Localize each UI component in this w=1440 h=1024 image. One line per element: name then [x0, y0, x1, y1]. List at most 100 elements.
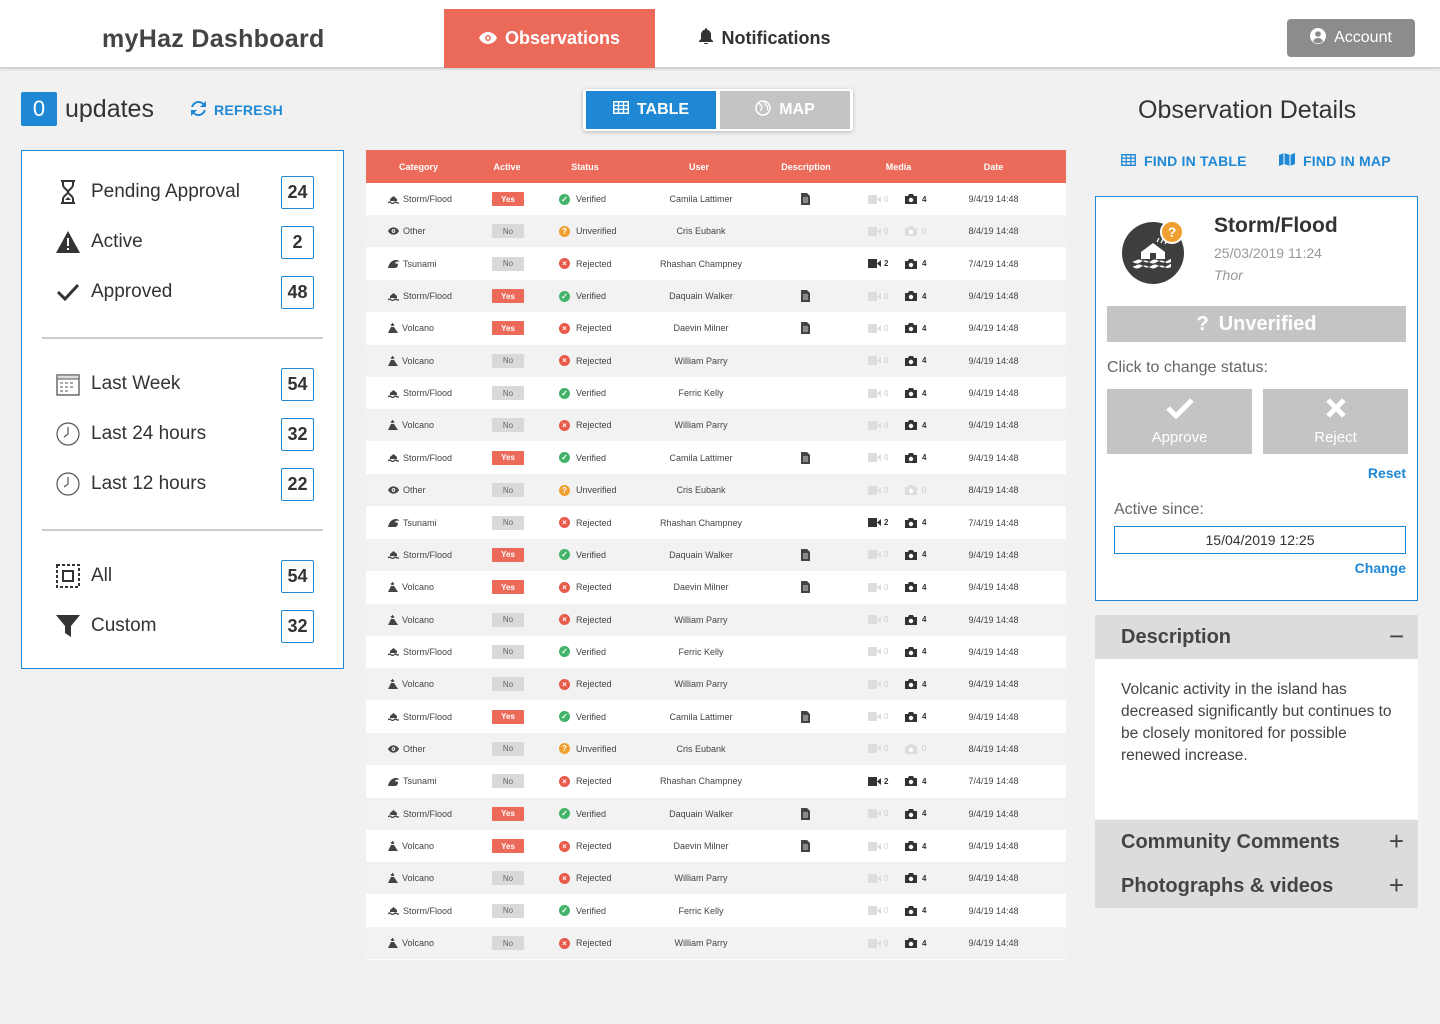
map-view-label: MAP	[779, 101, 815, 118]
active-cell: No	[492, 895, 524, 927]
table-row[interactable]: Volcano No × Rejected William Parry 0 4 9/4/19 …	[366, 862, 1066, 895]
column-header-active[interactable]: Active	[471, 150, 543, 183]
table-row[interactable]: Storm/Flood Yes ✓ Verified Camila Lattimer 0 4…	[366, 701, 1066, 733]
date-cell: 9/4/19 14:48	[968, 873, 1019, 884]
column-header-status[interactable]: Status	[543, 150, 627, 183]
find-in-table-link[interactable]: FIND IN TABLE	[1121, 153, 1247, 169]
approve-button[interactable]: Approve	[1107, 389, 1252, 454]
filter-pending-approval[interactable]: Pending Approval 24	[54, 174, 314, 210]
table-row[interactable]: Volcano No × Rejected William Parry 0 4 9/4/19 …	[366, 603, 1066, 636]
table-row[interactable]: Storm/Flood Yes ✓ Verified Camila Lattimer 0 4…	[366, 183, 1066, 215]
table-row[interactable]: Volcano Yes × Rejected Daevin Milner 0 4 9/4/19…	[366, 312, 1066, 344]
table-row[interactable]: Storm/Flood Yes ✓ Verified Daquain Walker 0 4 9…	[366, 280, 1066, 313]
tab-notifications[interactable]: Notifications	[670, 9, 860, 68]
description-document-icon[interactable]	[801, 183, 810, 215]
reject-button[interactable]: Reject	[1263, 389, 1408, 454]
user-cell: Ferric Kelly	[678, 646, 724, 657]
map-view-button[interactable]: MAP	[720, 91, 850, 129]
find-in-map-label: FIND IN MAP	[1303, 153, 1391, 169]
description-document-icon[interactable]	[801, 571, 810, 603]
category-icon	[388, 486, 399, 494]
table-row[interactable]: Storm/Flood No ✓ Verified Ferric Kelly 0 4 9/4/…	[366, 636, 1066, 668]
filter-last-12-hours[interactable]: Last 12 hours 22	[54, 466, 314, 502]
video-camera-icon	[868, 485, 881, 495]
table-view-button[interactable]: TABLE	[586, 91, 716, 129]
filter-approved[interactable]: Approved 48	[54, 274, 314, 310]
description-document-icon[interactable]	[801, 312, 810, 344]
category-cell: Volcano	[388, 571, 478, 603]
column-header-category[interactable]: Category	[366, 150, 471, 183]
table-row[interactable]: Other No? Unverified Cris Eubank 0 0 8/4/19 14…	[366, 474, 1066, 507]
account-button[interactable]: Account	[1287, 19, 1415, 57]
status-cell: ✓ Verified	[559, 442, 606, 474]
status-cell: × Rejected	[559, 571, 612, 603]
refresh-button[interactable]: REFRESH	[191, 101, 283, 119]
date-cell: 9/4/19 14:48	[968, 614, 1019, 625]
category-cell: Volcano	[388, 668, 478, 700]
photo-media: 4	[905, 507, 926, 539]
tab-observations[interactable]: Observations	[444, 9, 655, 68]
detail-user: Thor	[1214, 267, 1243, 283]
filter-active[interactable]: Active 2	[54, 224, 314, 260]
description-document-icon[interactable]	[801, 798, 810, 830]
table-row[interactable]: Volcano No × Rejected William Parry 0 4 9/4/19 …	[366, 344, 1066, 377]
description-body: Volcanic activity in the island has decr…	[1095, 659, 1418, 819]
description-document-icon[interactable]	[801, 442, 810, 474]
table-row[interactable]: Volcano No × Rejected William Parry 0 4 9/4/19 …	[366, 409, 1066, 442]
table-row[interactable]: Storm/Flood Yes ✓ Verified Daquain Walker 0 4 9…	[366, 797, 1066, 830]
filter-last-24-hours[interactable]: Last 24 hours 32	[54, 416, 314, 452]
filter-last-week[interactable]: Last Week 54	[54, 366, 314, 402]
description-document-icon[interactable]	[801, 280, 810, 312]
column-header-date[interactable]: Date	[956, 150, 1031, 183]
photo-media: 4	[905, 765, 926, 797]
category-label: Storm/Flood	[403, 452, 453, 463]
table-row[interactable]: Storm/Flood No ✓ Verified Ferric Kelly 0 4 9/4/…	[366, 377, 1066, 409]
photo-count: 4	[922, 582, 927, 592]
photo-count: 4	[922, 518, 927, 527]
top-bar: myHaz Dashboard Observations Notificatio…	[0, 0, 1440, 68]
category-cell: Storm/Flood	[388, 636, 478, 668]
table-row[interactable]: Volcano No × Rejected William Parry 0 4 9/4/19 …	[366, 927, 1066, 960]
table-row[interactable]: Storm/Flood No ✓ Verified Ferric Kelly 0 4 9/4/…	[366, 895, 1066, 927]
table-row[interactable]: Tsunami No × Rejected Rhashan Champney 2 4 7/4/…	[366, 248, 1066, 280]
camera-icon	[905, 743, 917, 754]
category-cell: Other	[388, 733, 478, 765]
video-camera-icon	[868, 323, 881, 333]
table-row[interactable]: Volcano No × Rejected William Parry 0 4 9/4/19 …	[366, 668, 1066, 701]
category-cell: Other	[388, 215, 478, 247]
status-icon: ×	[559, 322, 570, 334]
photo-media: 0	[905, 733, 926, 765]
find-in-map-link[interactable]: FIND IN MAP	[1279, 153, 1391, 169]
table-row[interactable]: Volcano Yes × Rejected Daevin Milner 0 4 9/4/19…	[366, 571, 1066, 603]
table-row[interactable]: Volcano Yes × Rejected Daevin Milner 0 4 9/4/19…	[366, 830, 1066, 862]
table-row[interactable]: Other No? Unverified Cris Eubank 0 0 8/4/19 14…	[366, 215, 1066, 248]
video-media: 0	[868, 280, 888, 312]
community-comments-section-header[interactable]: Community Comments +	[1095, 820, 1418, 864]
column-header-description[interactable]: Description	[771, 150, 841, 183]
description-section-header[interactable]: Description −	[1095, 615, 1418, 659]
active-since-field[interactable]: 15/04/2019 12:25	[1114, 526, 1406, 554]
reset-link[interactable]: Reset	[1368, 465, 1406, 481]
description-document-icon[interactable]	[801, 830, 810, 862]
column-header-user[interactable]: User	[627, 150, 771, 183]
column-header-media[interactable]: Media	[841, 150, 956, 183]
table-row[interactable]: Storm/Flood Yes ✓ Verified Daquain Walker 0 4 9…	[366, 538, 1066, 571]
table-row[interactable]: Tsunami No × Rejected Rhashan Champney 2 4 7/4/…	[366, 507, 1066, 539]
description-document-icon[interactable]	[801, 701, 810, 733]
change-link[interactable]: Change	[1355, 560, 1406, 576]
filter-all[interactable]: All 54	[54, 558, 314, 594]
table-row[interactable]: Storm/Flood Yes ✓ Verified Camila Lattimer 0 4…	[366, 442, 1066, 474]
active-cell: Yes	[492, 571, 524, 603]
video-camera-icon	[868, 582, 881, 592]
brand-title: myHaz Dashboard	[102, 25, 325, 53]
table-row[interactable]: Other No? Unverified Cris Eubank 0 0 8/4/19 14…	[366, 732, 1066, 765]
description-document-icon[interactable]	[801, 539, 810, 571]
user-cell: Daquain Walker	[669, 549, 733, 560]
filter-custom[interactable]: Custom 32	[54, 608, 314, 644]
active-cell: No	[492, 668, 524, 700]
photographs-videos-section-header[interactable]: Photographs & videos +	[1095, 864, 1418, 908]
table-row[interactable]: Tsunami No × Rejected Rhashan Champney 2 4 7/4/…	[366, 765, 1066, 797]
photo-count: 4	[922, 647, 927, 657]
detail-category: Storm/Flood	[1214, 214, 1338, 237]
category-label: Storm/Flood	[403, 549, 453, 560]
